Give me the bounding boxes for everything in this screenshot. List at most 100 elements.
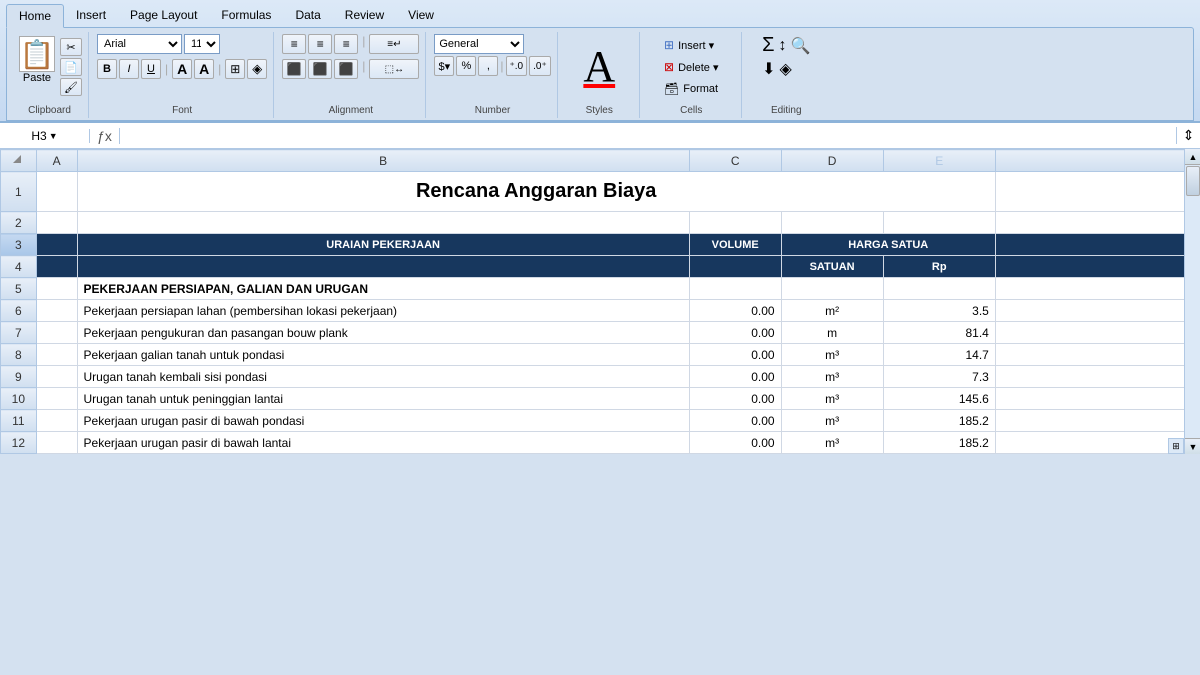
expand-corner[interactable]: ⊞ xyxy=(1168,438,1184,454)
cell-c2[interactable] xyxy=(689,212,781,234)
select-all-icon[interactable] xyxy=(13,155,23,165)
cell-b10[interactable]: Urugan tanah untuk peninggian lantai xyxy=(77,388,689,410)
cell-d7[interactable]: m xyxy=(781,322,883,344)
col-header-d[interactable]: D xyxy=(781,150,883,172)
styles-a-display[interactable]: A xyxy=(583,45,615,89)
increase-decimal-button[interactable]: .0⁺ xyxy=(529,56,551,76)
cell-d10[interactable]: m³ xyxy=(781,388,883,410)
cell-c10[interactable]: 0.00 xyxy=(689,388,781,410)
row-header-5[interactable]: 5 xyxy=(1,278,37,300)
cell-e2[interactable] xyxy=(883,212,995,234)
merge-button[interactable]: ⬚↔ xyxy=(369,59,419,79)
row-header-9[interactable]: 9 xyxy=(1,366,37,388)
format-button[interactable]: 🗃 Format xyxy=(660,78,722,100)
font-color-button[interactable]: A xyxy=(172,59,192,79)
cell-c3[interactable]: VOLUME xyxy=(689,234,781,256)
tab-review[interactable]: Review xyxy=(333,4,396,28)
copy-button[interactable]: 📄 xyxy=(60,58,82,76)
cell-e10[interactable]: 145.6 xyxy=(883,388,995,410)
cell-e9[interactable]: 7.3 xyxy=(883,366,995,388)
row-header-4[interactable]: 4 xyxy=(1,256,37,278)
align-top-center-button[interactable]: ≡ xyxy=(308,34,332,54)
col-header-e[interactable]: E xyxy=(883,150,995,172)
italic-button[interactable]: I xyxy=(119,59,139,79)
row-header-7[interactable]: 7 xyxy=(1,322,37,344)
cell-e6[interactable]: 3.5 xyxy=(883,300,995,322)
row-header-6[interactable]: 6 xyxy=(1,300,37,322)
borders-button[interactable]: ⊞ xyxy=(225,59,245,79)
cell-c12[interactable]: 0.00 xyxy=(689,432,781,454)
row-header-8[interactable]: 8 xyxy=(1,344,37,366)
cell-b2[interactable] xyxy=(77,212,689,234)
cell-e8[interactable]: 14.7 xyxy=(883,344,995,366)
scroll-down-arrow[interactable]: ▼ xyxy=(1185,438,1200,454)
cell-e7[interactable]: 81.4 xyxy=(883,322,995,344)
cell-e12[interactable]: 185.2 xyxy=(883,432,995,454)
align-right-button[interactable]: ⬛ xyxy=(334,59,358,79)
cell-b12[interactable]: Pekerjaan urugan pasir di bawah lantai xyxy=(77,432,689,454)
formula-input[interactable] xyxy=(120,129,1176,143)
cell-a12[interactable] xyxy=(36,432,77,454)
decrease-decimal-button[interactable]: ⁺.0 xyxy=(506,56,528,76)
cell-a8[interactable] xyxy=(36,344,77,366)
cell-b7[interactable]: Pekerjaan pengukuran dan pasangan bouw p… xyxy=(77,322,689,344)
vertical-scrollbar[interactable]: ▲ ▼ xyxy=(1184,149,1200,454)
cell-d5[interactable] xyxy=(781,278,883,300)
cell-a9[interactable] xyxy=(36,366,77,388)
align-top-right-button[interactable]: ≡ xyxy=(334,34,358,54)
wrap-text-button[interactable]: ≡↵ xyxy=(369,34,419,54)
tab-page-layout[interactable]: Page Layout xyxy=(118,4,209,28)
align-center-button[interactable]: ⬛ xyxy=(308,59,332,79)
cell-d8[interactable]: m³ xyxy=(781,344,883,366)
cell-d11[interactable]: m³ xyxy=(781,410,883,432)
cell-c8[interactable]: 0.00 xyxy=(689,344,781,366)
delete-button[interactable]: ⊠ Delete ▾ xyxy=(660,56,722,78)
cell-e5[interactable] xyxy=(883,278,995,300)
fill-color-button[interactable]: A xyxy=(194,59,214,79)
cell-a1[interactable] xyxy=(36,172,77,212)
underline-button[interactable]: U xyxy=(141,59,161,79)
tab-insert[interactable]: Insert xyxy=(64,4,118,28)
cut-button[interactable]: ✂ xyxy=(60,38,82,56)
align-top-left-button[interactable]: ≡ xyxy=(282,34,306,54)
cell-b5[interactable]: PEKERJAAN PERSIAPAN, GALIAN DAN URUGAN xyxy=(77,278,689,300)
cell-b8[interactable]: Pekerjaan galian tanah untuk pondasi xyxy=(77,344,689,366)
tab-data[interactable]: Data xyxy=(283,4,332,28)
cell-c7[interactable]: 0.00 xyxy=(689,322,781,344)
cell-c9[interactable]: 0.00 xyxy=(689,366,781,388)
cell-e11[interactable]: 185.2 xyxy=(883,410,995,432)
paste-button[interactable]: 📋 Paste xyxy=(17,34,57,86)
cell-b1[interactable]: Rencana Anggaran Biaya xyxy=(77,172,995,212)
percent-button[interactable]: % xyxy=(456,56,476,76)
scroll-thumb[interactable] xyxy=(1186,166,1200,196)
number-format-select[interactable]: General xyxy=(434,34,524,54)
tab-formulas[interactable]: Formulas xyxy=(209,4,283,28)
row-header-2[interactable]: 2 xyxy=(1,212,37,234)
cell-a6[interactable] xyxy=(36,300,77,322)
cell-a5[interactable] xyxy=(36,278,77,300)
cell-d3[interactable]: HARGA SATUA xyxy=(781,234,995,256)
cell-a2[interactable] xyxy=(36,212,77,234)
cell-b3[interactable]: URAIAN PEKERJAAN xyxy=(77,234,689,256)
cell-d6[interactable]: m² xyxy=(781,300,883,322)
function-wizard-button[interactable]: ƒx xyxy=(90,128,120,144)
cell-c5[interactable] xyxy=(689,278,781,300)
bold-button[interactable]: B xyxy=(97,59,117,79)
cell-a7[interactable] xyxy=(36,322,77,344)
cell-d4[interactable]: SATUAN xyxy=(781,256,883,278)
cell-c6[interactable]: 0.00 xyxy=(689,300,781,322)
scroll-up-arrow[interactable]: ▲ xyxy=(1185,149,1200,165)
comma-button[interactable]: , xyxy=(478,56,498,76)
cell-d9[interactable]: m³ xyxy=(781,366,883,388)
col-header-b[interactable]: B xyxy=(77,150,689,172)
insert-button[interactable]: ⊞ Insert ▾ xyxy=(660,34,718,56)
format-painter-button[interactable]: 🖌 xyxy=(60,78,82,96)
cell-a3[interactable] xyxy=(36,234,77,256)
shading-button[interactable]: ◈ xyxy=(247,59,267,79)
tab-view[interactable]: View xyxy=(396,4,446,28)
cell-a10[interactable] xyxy=(36,388,77,410)
cell-c4[interactable] xyxy=(689,256,781,278)
cell-b4[interactable] xyxy=(77,256,689,278)
col-header-a[interactable]: A xyxy=(36,150,77,172)
dropdown-arrow-cell[interactable]: ▼ xyxy=(49,131,58,141)
